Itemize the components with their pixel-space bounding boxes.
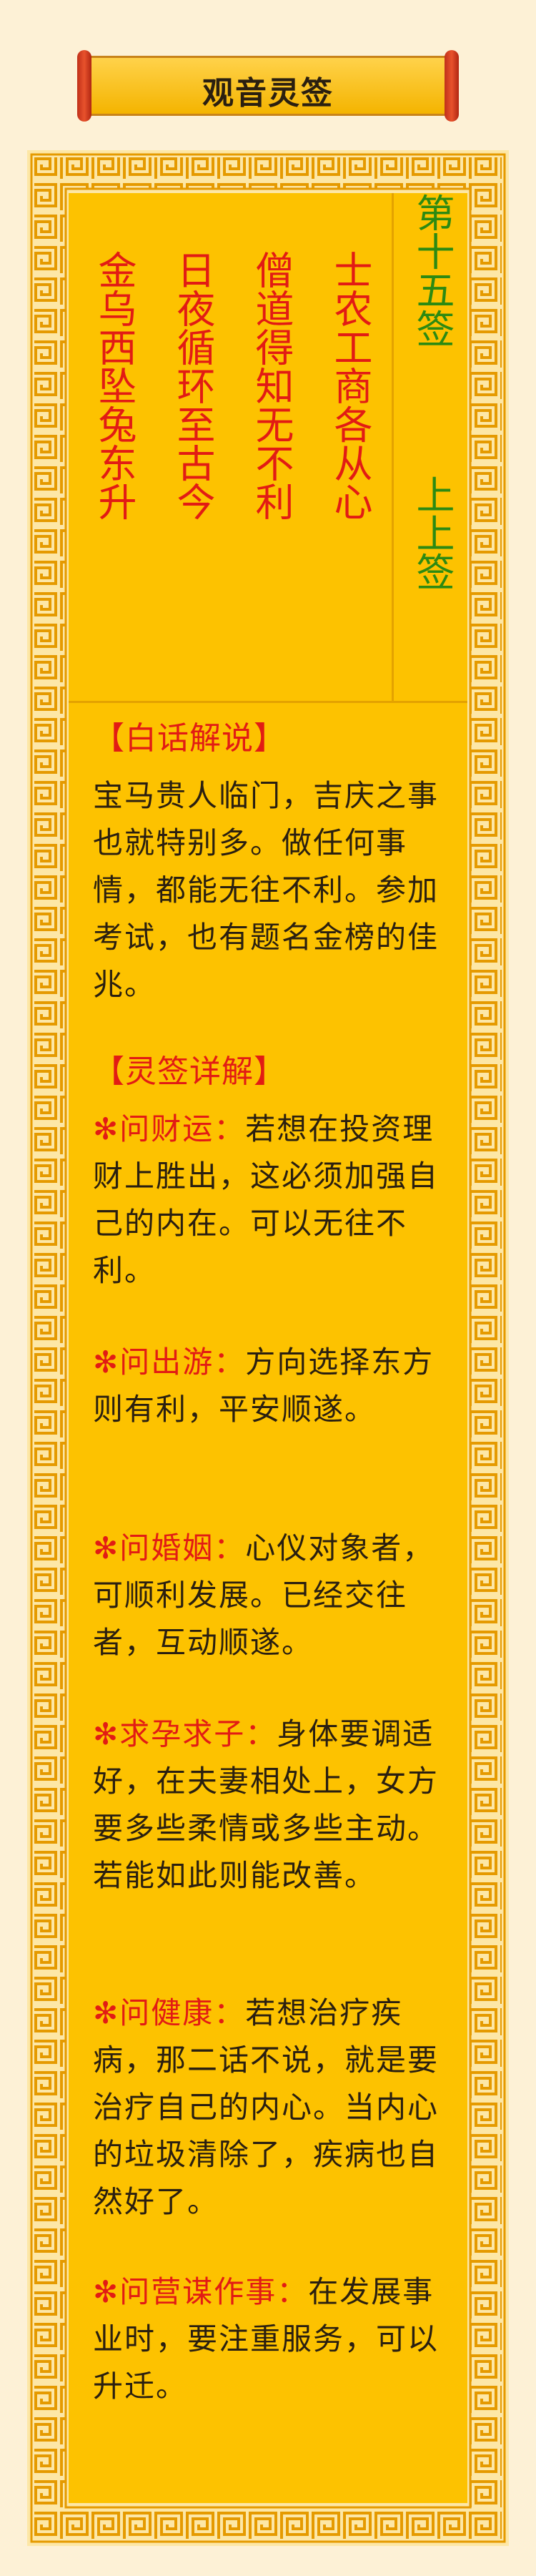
asterisk-icon: ✻ <box>93 1111 120 1146</box>
asterisk-icon: ✻ <box>93 1995 120 2030</box>
title-banner: 观音灵签 <box>77 50 459 122</box>
detail-label: 问营谋作事： <box>119 2274 309 2309</box>
asterisk-icon: ✻ <box>93 1344 120 1380</box>
sign-grade-text: 上上签 <box>410 475 455 591</box>
vernacular-heading: 【白话解说】 <box>93 720 286 757</box>
detail-marriage: ✻问婚姻：心仪对象者，可顺利发展。已经交往者，互动顺遂。 <box>93 1525 450 1666</box>
poem-line: 士农工商各从心 <box>327 250 372 521</box>
detail-wealth: ✻问财运：若想在投资理财上胜出，这必须加强自己的内在。可以无往不利。 <box>93 1106 450 1294</box>
content-panel: 金乌西坠兔东升 日夜循环至古今 僧道得知无不利 士农工商各从心 第十五签 上上签… <box>69 193 467 2503</box>
sign-number-text: 第十五签 <box>410 193 455 348</box>
detail-health: ✻问健康：若想治疗疾病，那二话不说，就是要治疗自己的内心。当内心的垃圾清除了，疾… <box>93 1990 450 2226</box>
sign-number: 第十五签 <box>394 193 470 400</box>
detail-label: 问出游： <box>119 1344 246 1380</box>
poem-column-1: 士农工商各从心 <box>323 250 372 534</box>
detail-pregnancy: ✻求孕求子：身体要调适好，在夫妻相处上，女方要多些柔情或多些主动。若能如此则能改… <box>93 1711 450 1899</box>
poem-line: 日夜循环至古今 <box>170 250 215 521</box>
poem-column-3: 日夜循环至古今 <box>166 250 215 534</box>
asterisk-icon: ✻ <box>93 1530 120 1565</box>
detail-career: ✻问营谋作事：在发展事业时，要注重服务，可以升迁。 <box>93 2268 450 2410</box>
detail-label: 问财运： <box>119 1111 246 1146</box>
detail-label: 问婚姻： <box>119 1530 246 1565</box>
detail-heading: 【灵签详解】 <box>93 1053 286 1090</box>
poem-column-4: 金乌西坠兔东升 <box>87 250 137 534</box>
poem-columns: 金乌西坠兔东升 日夜循环至古今 僧道得知无不利 士农工商各从心 <box>87 250 380 622</box>
poem-line: 金乌西坠兔东升 <box>91 250 137 521</box>
vernacular-text: 宝马贵人临门，吉庆之事也就特别多。做任何事情，都能无往不利。参加考试，也有题名金… <box>93 778 440 1002</box>
page-title: 观音灵签 <box>202 75 334 112</box>
asterisk-icon: ✻ <box>93 1716 120 1751</box>
sign-sidebar: 第十五签 上上签 <box>392 193 470 701</box>
poem-section: 金乌西坠兔东升 日夜循环至古今 僧道得知无不利 士农工商各从心 第十五签 上上签 <box>69 193 467 703</box>
detail-travel: ✻问出游：方向选择东方则有利，平安顺遂。 <box>93 1339 450 1433</box>
fret-border-frame: 金乌西坠兔东升 日夜循环至古今 僧道得知无不利 士农工商各从心 第十五签 上上签… <box>27 150 509 2546</box>
detail-label: 问健康： <box>119 1995 246 2030</box>
poem-column-2: 僧道得知无不利 <box>244 250 294 534</box>
sign-grade: 上上签 <box>394 475 470 639</box>
asterisk-icon: ✻ <box>93 2274 120 2309</box>
poem-line: 僧道得知无不利 <box>249 250 294 521</box>
detail-label: 求孕求子： <box>119 1716 277 1751</box>
